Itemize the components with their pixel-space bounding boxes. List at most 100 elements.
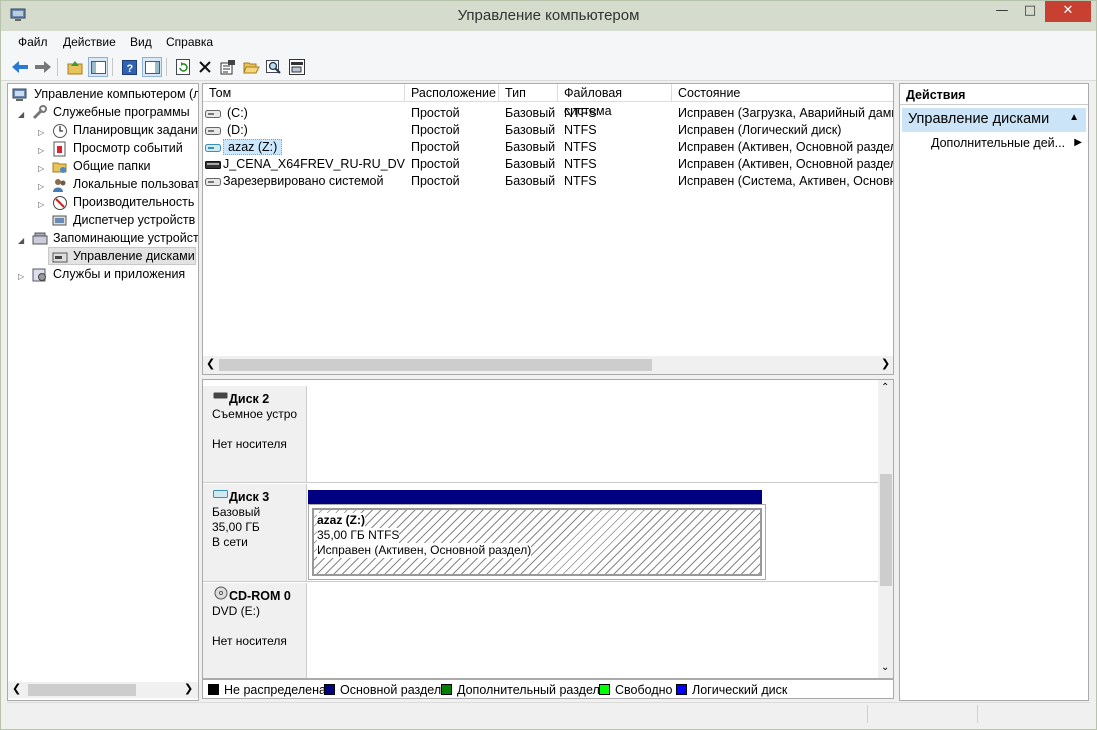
tree-disk-management[interactable]: Управление дисками [48,247,196,265]
cell-layout: Простой [411,157,460,171]
collapsed-arrow-icon[interactable]: ▷ [38,178,44,195]
col-volume[interactable]: Том [203,84,405,102]
menu-bar: Файл Действие Вид Справка [1,31,1096,53]
col-type[interactable]: Тип [499,84,558,102]
scrollbar-thumb[interactable] [880,474,892,586]
disk-row[interactable]: Диск 3 Базовый 35,00 ГБ В сети azaz (Z:)… [203,484,878,582]
legend-item: Не распределена [208,683,326,697]
dvd-drive-icon [205,161,221,169]
minimize-button[interactable]: — [989,1,1015,22]
menu-view[interactable]: Вид [130,35,152,49]
more-actions-item[interactable]: Дополнительные дей... ▶ [931,136,1086,154]
cell-layout: Простой [411,174,460,188]
actions-section-disk-management[interactable]: Управление дисками ▲ [902,108,1086,132]
volume-list: Том Расположение Тип Файловая система Со… [202,83,894,375]
scrollbar-thumb[interactable] [219,359,652,371]
maximize-button[interactable]: □ [1017,1,1043,22]
collapse-arrow-icon[interactable]: ▲ [1069,112,1079,123]
expanded-arrow-icon[interactable]: ◢ [18,106,24,123]
partition-state: Исправен (Активен, Основной раздел) [317,543,532,558]
table-row[interactable]: (D:) [205,122,405,139]
back-arrow-icon[interactable] [10,57,30,77]
disk-settings-icon[interactable] [287,57,307,77]
collapsed-arrow-icon[interactable]: ▷ [18,268,24,285]
graphical-vertical-scrollbar[interactable]: ⌃ ⌄ [878,380,893,678]
col-status[interactable]: Состояние [672,84,893,102]
collapsed-arrow-icon[interactable]: ▷ [38,142,44,159]
cell-layout: Простой [411,123,460,137]
main-window: Управление компьютером — □ ✕ Файл Действ… [0,0,1097,730]
disk-graphical-view: Диск 2 Съемное устро Нет носителя Диск 3… [202,379,894,679]
list-horizontal-scrollbar[interactable]: ❮ ❯ [203,356,893,374]
actions-section-label: Управление дисками [908,111,1050,127]
device-manager-icon [52,215,67,226]
disk-status: В сети [212,535,248,549]
disk-row[interactable]: CD-ROM 0 DVD (E:) Нет носителя [203,583,878,678]
disk-label[interactable]: Диск 3 Базовый 35,00 ГБ В сети [203,484,307,581]
scroll-up-icon[interactable]: ⌃ [881,382,889,393]
scroll-down-icon[interactable]: ⌄ [881,662,889,673]
refresh-icon[interactable] [173,57,193,77]
collapsed-arrow-icon[interactable]: ▷ [38,124,44,141]
show-action-pane-icon[interactable] [142,57,162,77]
removable-drive-icon [213,392,228,399]
table-row[interactable]: Зарезервировано системой [205,173,405,190]
computer-management-icon [12,88,27,101]
show-console-tree-icon[interactable] [88,57,108,77]
tools-icon [32,105,47,120]
cell-status: Исправен (Активен, Основной раздел) [678,140,894,154]
disk-row[interactable]: Диск 2 Съемное устро Нет носителя [203,386,878,483]
svg-text:?: ? [126,63,133,75]
expanded-arrow-icon[interactable]: ◢ [18,232,24,249]
search-icon[interactable] [264,57,284,77]
legend-item: Основной раздел [324,683,441,697]
drive-icon [205,178,221,186]
collapsed-arrow-icon[interactable]: ▷ [38,160,44,177]
disk-label[interactable]: Диск 2 Съемное устро Нет носителя [203,386,307,482]
table-row[interactable]: (C:) [205,105,405,122]
menu-help[interactable]: Справка [166,35,213,49]
delete-icon[interactable] [195,57,215,77]
disk-label[interactable]: CD-ROM 0 DVD (E:) Нет носителя [203,583,307,678]
open-folder-icon[interactable] [241,57,261,77]
properties-icon[interactable] [218,57,238,77]
table-row[interactable]: J_CENA_X64FREV_RU-RU_DV5 (G:) [205,156,405,173]
more-actions-label: Дополнительные дей... [931,136,1066,150]
cell-type: Базовый [505,157,556,171]
tree-horizontal-scrollbar[interactable]: ❮ ❯ [8,682,198,698]
menu-action[interactable]: Действие [63,35,116,49]
table-row-selected[interactable]: azaz (Z:) [205,139,405,156]
cell-filesystem: NTFS [564,157,597,171]
cell-status: Исправен (Логический диск) [678,123,842,137]
disk-drive-icon [213,490,228,498]
legend-item: Свободно [599,683,672,697]
up-folder-icon[interactable] [65,57,85,77]
menu-file[interactable]: Файл [18,35,48,49]
clock-icon [53,124,67,138]
cell-status: Исправен (Система, Активен, Основно [678,174,894,188]
forward-arrow-icon[interactable] [33,57,53,77]
legend: Не распределена Основной раздел Дополнит… [202,679,894,699]
performance-icon [53,196,67,210]
col-layout[interactable]: Расположение [405,84,499,102]
title-bar: Управление компьютером — □ ✕ [1,1,1096,31]
scroll-left-icon[interactable]: ❮ [12,682,21,695]
storage-icon [32,232,48,245]
scrollbar-thumb[interactable] [28,684,136,696]
collapsed-arrow-icon[interactable]: ▷ [38,196,44,213]
status-bar [7,702,1090,724]
partition-z[interactable]: azaz (Z:) 35,00 ГБ NTFS Исправен (Активе… [308,504,766,580]
partition-label: azaz (Z:) [317,513,365,527]
col-filesystem[interactable]: Файловая система [558,84,672,118]
scroll-right-icon[interactable]: ❯ [184,682,193,695]
scroll-left-icon[interactable]: ❮ [206,357,215,370]
close-button[interactable]: ✕ [1045,1,1091,22]
disk-name: Диск 2 [229,392,270,406]
disk-status: Нет носителя [212,634,287,648]
scroll-right-icon[interactable]: ❯ [881,357,890,370]
cell-filesystem: NTFS [564,174,597,188]
help-icon[interactable]: ? [119,57,139,77]
submenu-arrow-icon: ▶ [1074,137,1082,148]
cell-filesystem: NTFS [564,123,597,137]
disk-management-icon [52,252,68,263]
